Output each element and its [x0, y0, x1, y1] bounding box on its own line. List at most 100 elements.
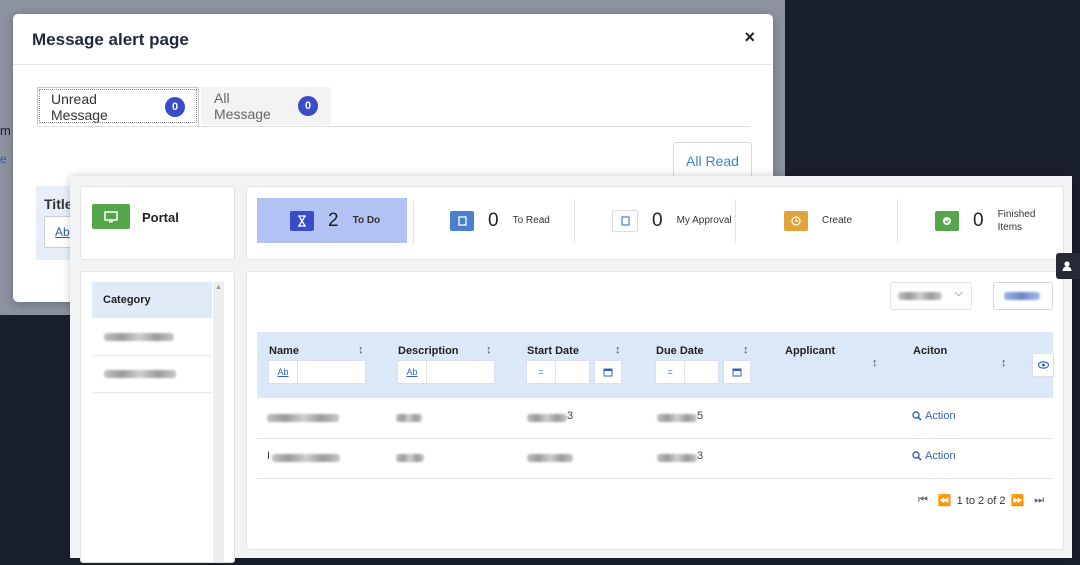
stat-count: 0	[973, 209, 984, 231]
stat-to-read[interactable]: 0 To Read	[450, 198, 550, 243]
monitor-icon	[92, 204, 130, 229]
stat-count: 0	[652, 209, 663, 231]
scroll-up-icon: ▲	[215, 284, 222, 291]
blurred-text	[396, 454, 424, 462]
portal-brand-card[interactable]: Portal	[80, 186, 235, 260]
text-filter-icon: Ab	[398, 361, 427, 383]
tabs-divider	[37, 126, 750, 127]
due-date-filter-input[interactable]: =	[655, 360, 719, 384]
column-header-start-date[interactable]: Start Date	[527, 345, 579, 357]
row-due-date-suffix: 5	[697, 410, 704, 422]
row-due-date-suffix: 3	[697, 450, 704, 462]
portal-label: Portal	[142, 210, 179, 225]
category-item[interactable]	[92, 319, 212, 356]
table-row[interactable]: 3 5 Action	[257, 398, 1053, 439]
background-link-fragment: e	[0, 152, 7, 166]
search-icon	[912, 411, 922, 421]
sort-icon[interactable]: ↕	[1001, 357, 1007, 369]
pagination-text: 1 to 2 of 2	[956, 494, 1006, 507]
stats-bar: 2 To Do 0 To Read 0 My Approval Create 0…	[246, 186, 1064, 260]
filter-select[interactable]: ⌵	[890, 282, 972, 310]
chevron-down-icon: ⌵	[954, 287, 963, 299]
all-read-button[interactable]: All Read	[673, 142, 752, 179]
stat-create[interactable]: Create	[784, 198, 852, 243]
stat-finished-items[interactable]: 0 Finished Items	[935, 198, 1042, 243]
column-header-description[interactable]: Description	[398, 345, 459, 357]
search-icon	[912, 451, 922, 461]
tab-all-message[interactable]: All Message 0	[201, 87, 331, 125]
action-label: Action	[925, 410, 956, 422]
document-icon	[612, 209, 638, 232]
toolbar-button[interactable]	[993, 282, 1053, 310]
eye-icon[interactable]	[1032, 353, 1054, 377]
tab-label: Unread Message	[51, 90, 108, 123]
first-page-icon[interactable]: ⏮	[918, 494, 928, 507]
stat-label: Create	[822, 215, 853, 226]
text-filter-icon: Ab	[269, 361, 298, 383]
next-page-icon[interactable]: ⏩	[1011, 494, 1025, 507]
scrollbar[interactable]: ▲	[213, 282, 224, 562]
tab-unread-message[interactable]: Unread Message 0	[37, 87, 199, 125]
blurred-text	[396, 414, 422, 422]
blurred-text	[104, 333, 174, 341]
table-header: Name ↕ Ab Description ↕ Ab Start Date ↕ …	[257, 332, 1054, 398]
column-header-applicant[interactable]: Applicant	[785, 345, 835, 357]
user-icon[interactable]	[1056, 253, 1080, 279]
equals-icon: =	[656, 361, 685, 383]
calendar-icon[interactable]	[723, 360, 751, 384]
blurred-text	[104, 370, 176, 378]
divider	[735, 199, 736, 243]
stat-to-do[interactable]: 2 To Do	[257, 198, 407, 243]
sort-icon[interactable]: ↕	[358, 344, 364, 356]
sort-icon[interactable]: ↕	[486, 344, 492, 356]
text-filter-icon: Ab	[55, 225, 70, 239]
row-start-date-suffix: 3	[567, 410, 574, 422]
column-header-name[interactable]: Name	[269, 345, 299, 357]
column-header-due-date[interactable]: Due Date	[656, 345, 704, 357]
last-page-icon[interactable]: ⏭	[1034, 494, 1044, 507]
equals-icon: =	[527, 361, 556, 383]
stat-my-approval[interactable]: 0 My Approval	[612, 198, 732, 243]
blurred-text	[657, 454, 697, 462]
column-header-action[interactable]: Aciton	[913, 345, 947, 357]
divider	[413, 199, 414, 243]
modal-header: Message alert page ×	[13, 14, 773, 65]
pagination: ⏮ ⏪ 1 to 2 of 2 ⏩ ⏭	[913, 494, 1049, 507]
start-date-filter-input[interactable]: =	[526, 360, 590, 384]
category-item[interactable]	[92, 356, 212, 393]
calendar-icon[interactable]	[594, 360, 622, 384]
divider	[574, 199, 575, 243]
hourglass-icon	[290, 210, 314, 231]
stat-label: Finished Items	[997, 208, 1036, 233]
sort-icon[interactable]: ↕	[615, 344, 621, 356]
blurred-text	[657, 414, 697, 422]
blurred-text	[898, 292, 942, 300]
row-name-prefix: I	[267, 450, 271, 462]
sort-icon[interactable]: ↕	[743, 344, 749, 356]
task-list-panel: ⌵ Name ↕ Ab Description ↕ Ab Start Date …	[246, 271, 1064, 550]
description-filter-input[interactable]: Ab	[397, 360, 495, 384]
stat-count: 0	[488, 209, 499, 231]
category-panel: Category ▲	[80, 271, 235, 563]
unread-count-badge: 0	[165, 96, 185, 117]
blurred-text	[527, 414, 567, 422]
action-label: Action	[925, 450, 956, 462]
clock-icon	[784, 210, 808, 231]
modal-title: Message alert page	[32, 30, 189, 49]
name-filter-input[interactable]: Ab	[268, 360, 366, 384]
blurred-text	[267, 414, 339, 422]
category-header: Category	[92, 282, 212, 318]
close-icon[interactable]: ×	[744, 27, 755, 48]
divider	[897, 199, 898, 243]
table-row[interactable]: I 3 Action	[257, 438, 1053, 479]
previous-page-icon[interactable]: ⏪	[938, 494, 952, 507]
tab-label: All Message	[214, 90, 271, 122]
portal-window: Portal 2 To Do 0 To Read 0 My Approval C…	[70, 176, 1072, 563]
blurred-text	[272, 454, 340, 462]
action-link[interactable]: Action	[912, 450, 956, 462]
sort-icon[interactable]: ↕	[872, 357, 878, 369]
title-label: Title	[44, 196, 73, 212]
stat-count: 2	[328, 209, 339, 231]
action-link[interactable]: Action	[912, 410, 956, 422]
stat-label: To Read	[512, 215, 550, 226]
